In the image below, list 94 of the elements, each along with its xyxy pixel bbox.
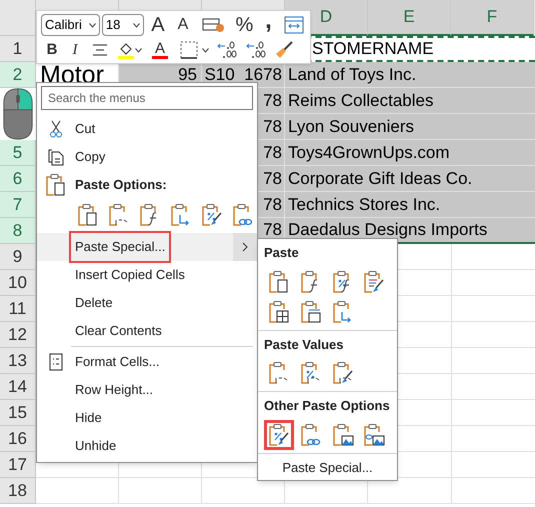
- clipboard-icon: [300, 361, 322, 385]
- row-header[interactable]: 14: [0, 374, 36, 400]
- row-header[interactable]: 12: [0, 322, 36, 348]
- grow-font-button[interactable]: A: [146, 14, 170, 36]
- clipboard-icon: [45, 173, 67, 197]
- table-icon: [202, 16, 226, 34]
- search-field[interactable]: Search the menus: [41, 86, 253, 110]
- table-cell-text: STOMERNAME: [312, 38, 434, 60]
- table-cell-text: 78: [263, 219, 282, 242]
- clipboard-icon: [332, 300, 354, 324]
- caret-icon: [88, 22, 96, 28]
- row-header[interactable]: 10: [0, 270, 36, 296]
- row-header[interactable]: 5: [0, 140, 36, 166]
- menu-item[interactable]: Cut: [37, 115, 257, 143]
- row-header[interactable]: 17: [0, 452, 36, 478]
- row-header[interactable]: 2: [0, 62, 36, 88]
- table-cell-text: Land of Toys Inc.: [288, 64, 416, 86]
- chevron-right-icon: [242, 242, 248, 252]
- clipboard-icon: [170, 203, 192, 227]
- row-header[interactable]: 18: [0, 478, 36, 504]
- decimal-icon: [245, 40, 267, 60]
- table-cell-text: Reims Collectables: [288, 90, 434, 112]
- clipboard-icon: [363, 270, 386, 294]
- section-heading: Paste Options:: [75, 176, 167, 194]
- table-cell-text: 78: [263, 142, 282, 164]
- caret-icon: [202, 48, 208, 52]
- font-name-dropdown[interactable]: Calibri: [41, 14, 100, 36]
- font-size-dropdown[interactable]: 18: [102, 14, 144, 36]
- table-cell-text: Technics Stores Inc.: [288, 194, 440, 216]
- table-cell-text: Daedalus Designs Imports: [288, 219, 488, 242]
- table-cell-text: 78: [263, 194, 282, 216]
- menu-item[interactable]: Format Cells...: [37, 348, 257, 376]
- table-cell-text: Corporate Gift Ideas Co.: [288, 168, 472, 190]
- scissors-icon: [49, 120, 63, 138]
- percent-button[interactable]: %: [232, 14, 256, 36]
- font-color-button[interactable]: A: [145, 39, 175, 61]
- table-cell-text: 78: [263, 116, 282, 138]
- caret-icon: [133, 22, 140, 28]
- table-cell-text: 95: [178, 64, 197, 86]
- clipboard-icon: [332, 361, 354, 385]
- table-cell-text: 78: [263, 168, 282, 190]
- table-cell-text: Lyon Souveniers: [288, 116, 414, 138]
- menu-item[interactable]: Paste Special...: [282, 460, 373, 474]
- clipboard-icon: [300, 300, 322, 324]
- table-cell-text: 78: [263, 90, 282, 112]
- clipboard-icon: [332, 422, 354, 446]
- menu-item[interactable]: Paste Special...: [37, 233, 257, 261]
- borders-icon: [180, 41, 198, 59]
- row-header[interactable]: 1: [0, 36, 36, 62]
- section-heading: Paste: [264, 244, 300, 262]
- clipboard-icon: [268, 300, 290, 324]
- column-width-icon: [284, 16, 304, 34]
- clipboard-icon: [363, 422, 386, 446]
- section-heading: Paste Values: [264, 336, 344, 354]
- align-center-icon: [92, 43, 108, 57]
- section-heading: Other Paste Options: [264, 397, 391, 415]
- row-header[interactable]: 8: [0, 218, 36, 244]
- clipboard-icon: [76, 203, 98, 227]
- shrink-font-button[interactable]: A: [171, 14, 194, 36]
- row-header[interactable]: 11: [0, 296, 36, 322]
- row-header[interactable]: 16: [0, 426, 36, 452]
- clipboard-icon: [108, 203, 130, 227]
- menu-item[interactable]: Hide: [37, 404, 257, 432]
- copy-icon: [48, 148, 64, 166]
- clipboard-icon: [200, 203, 222, 227]
- clipboard-icon: [268, 361, 290, 385]
- row-header[interactable]: 9: [0, 244, 36, 270]
- table-cell-text: S10_1678: [204, 64, 282, 86]
- row-header[interactable]: 7: [0, 192, 36, 218]
- menu-item[interactable]: Copy: [37, 143, 257, 171]
- mouse-icon: [2, 88, 34, 140]
- menu-item[interactable]: Delete: [37, 289, 257, 317]
- menu-item[interactable]: Clear Contents: [37, 317, 257, 345]
- column-header[interactable]: E: [368, 0, 451, 36]
- menu-item[interactable]: Insert Copied Cells: [37, 261, 257, 289]
- table-cell-text: Toys4GrownUps.com: [288, 142, 450, 164]
- italic-button[interactable]: I: [64, 39, 86, 61]
- paintbrush-icon: [274, 40, 294, 60]
- paste-option-button[interactable]: [264, 420, 294, 450]
- menu-item[interactable]: Unhide: [37, 432, 257, 460]
- row-header[interactable]: 13: [0, 348, 36, 374]
- clipboard-icon: [300, 422, 322, 446]
- bold-button[interactable]: B: [41, 39, 63, 61]
- row-header[interactable]: 6: [0, 166, 36, 192]
- row-header[interactable]: 15: [0, 400, 36, 426]
- clipboard-icon: [268, 422, 290, 446]
- column-header[interactable]: F: [451, 0, 534, 36]
- clipboard-icon: [232, 203, 254, 227]
- clipboard-icon: [268, 270, 290, 294]
- caret-icon: [134, 48, 142, 52]
- decimal-icon: [216, 40, 238, 60]
- comma-button[interactable]: ,: [258, 14, 280, 36]
- menu-item[interactable]: Row Height...: [37, 376, 257, 404]
- format-cells-icon: [49, 353, 63, 371]
